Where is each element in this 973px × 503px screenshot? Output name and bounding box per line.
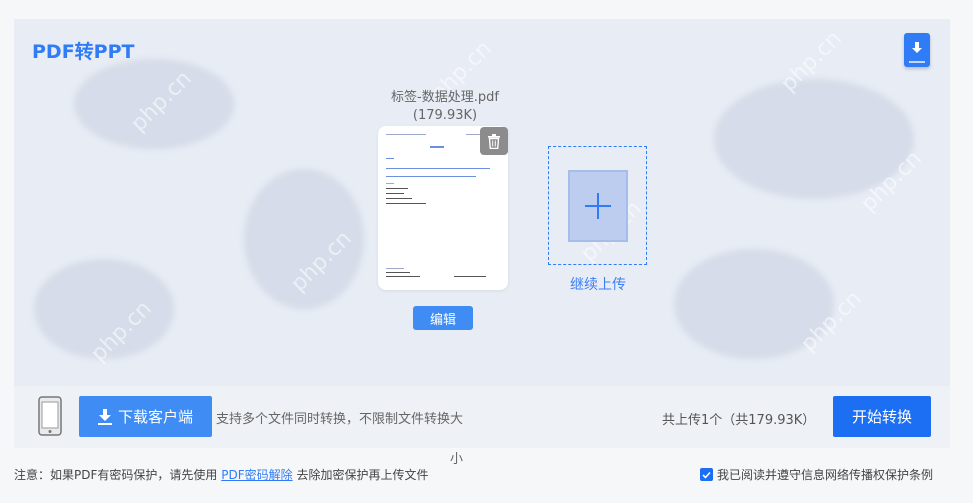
file-name: 标签-数据处理.pdf	[391, 90, 499, 105]
converter-panel: php.cn php.cn php.cn php.cn php.cn php.c…	[14, 19, 950, 386]
support-text: 支持多个文件同时转换，不限制文件转换大	[216, 412, 464, 427]
upload-count: 共上传1个（共179.93K）	[662, 413, 816, 428]
download-icon	[97, 408, 112, 425]
notice: 注意：如果PDF有密码保护，请先使用 PDF密码解除 去除加密保护再上传文件	[14, 466, 428, 483]
edit-button[interactable]: 编辑	[413, 306, 473, 330]
page-title: PDF转PPT	[32, 41, 135, 63]
download-file-icon[interactable]	[904, 33, 930, 67]
action-bar: 下载客户端 支持多个文件同时转换，不限制文件转换大 小 共上传1个（共179.9…	[14, 386, 950, 467]
file-size: (179.93K)	[412, 108, 478, 123]
arrow-down-icon	[912, 42, 922, 53]
background-texture	[244, 169, 364, 309]
pdf-unlock-link[interactable]: PDF密码解除	[221, 468, 292, 482]
agreement: 我已阅读并遵守信息网络传播权保护条例	[700, 466, 933, 483]
agree-checkbox[interactable]	[700, 468, 713, 481]
download-client-button[interactable]: 下载客户端	[79, 396, 212, 437]
notice-suffix: 去除加密保护再上传文件	[296, 468, 429, 482]
continue-upload-dropzone[interactable]	[548, 146, 647, 265]
support-text-wrap: 小	[450, 452, 464, 467]
notice-prefix: 注意：如果PDF有密码保护，请先使用	[14, 468, 218, 482]
background-texture	[714, 79, 914, 199]
start-convert-button[interactable]: 开始转换	[833, 396, 931, 437]
background-texture	[34, 259, 174, 359]
check-icon	[702, 471, 711, 479]
continue-upload-link[interactable]: 继续上传	[548, 274, 648, 294]
upload-area	[568, 170, 628, 242]
download-client-label: 下载客户端	[117, 408, 193, 426]
background-texture	[74, 59, 234, 149]
background-texture	[674, 249, 834, 359]
plus-icon	[585, 193, 611, 219]
delete-file-button[interactable]	[480, 127, 508, 155]
file-info: 标签-数据处理.pdf (179.93K)	[384, 89, 506, 125]
agree-text: 我已阅读并遵守信息网络传播权保护条例	[717, 468, 934, 482]
trash-icon	[488, 133, 500, 149]
phone-icon	[38, 396, 62, 436]
